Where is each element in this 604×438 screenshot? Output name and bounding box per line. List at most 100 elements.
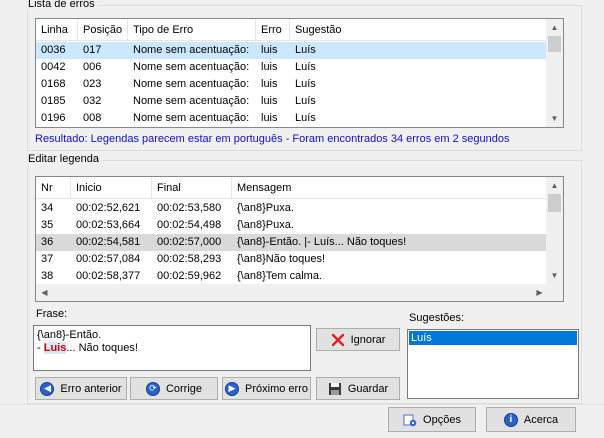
- cell-posicao: 017: [83, 44, 102, 56]
- cell-mensagem: {\an8}Tem calma.: [237, 270, 322, 282]
- next-error-button[interactable]: ▶ Próximo erro: [222, 377, 311, 400]
- cell-sugestao: Luís: [295, 61, 316, 73]
- options-button[interactable]: Opções: [388, 407, 476, 432]
- error-row[interactable]: 0168 023 Nome sem acentuação: luis Luís: [36, 76, 548, 93]
- col-final[interactable]: Final: [152, 177, 232, 199]
- col-tipo-erro[interactable]: Tipo de Erro: [128, 19, 256, 41]
- subtitles-list-vscroll[interactable]: ▲ ▼: [546, 177, 563, 284]
- errors-list-vscroll[interactable]: ▲ ▼: [546, 19, 563, 127]
- subtitle-row[interactable]: 38 00:02:58,377 00:02:59,962 {\an8}Tem c…: [36, 268, 548, 285]
- scroll-thumb[interactable]: [548, 36, 561, 52]
- about-label: Acerca: [523, 413, 559, 426]
- subtitles-list-hscroll[interactable]: ◀ ▶: [36, 284, 548, 301]
- cell-posicao: 032: [83, 95, 102, 107]
- cell-nr: 34: [41, 202, 54, 214]
- cell-mensagem: {\an8}Não toques!: [237, 253, 326, 265]
- subtitles-list-header: Nr Inicio Final Mensagem: [36, 177, 548, 199]
- result-status: Resultado: Legendas parecem estar em por…: [35, 133, 510, 145]
- scroll-left-icon[interactable]: ◀: [36, 284, 53, 301]
- error-row[interactable]: 0042 006 Nome sem acentuação: luis Luís: [36, 59, 548, 76]
- fix-label: Corrige: [165, 382, 203, 395]
- col-sugestao[interactable]: Sugestão: [290, 19, 548, 41]
- suggestions-label: Sugestões:: [409, 312, 465, 324]
- save-label: Guardar: [347, 382, 389, 395]
- fix-button[interactable]: ⟳ Corrige: [130, 377, 218, 400]
- prev-error-button[interactable]: ◀ Erro anterior: [35, 377, 127, 400]
- cell-tipo: Nome sem acentuação:: [133, 78, 250, 90]
- subtitle-row[interactable]: 36 00:02:54,581 00:02:57,000 {\an8}-Entã…: [36, 234, 548, 251]
- cell-linha: 0168: [41, 78, 66, 90]
- subtitles-list[interactable]: Nr Inicio Final Mensagem 34 00:02:52,621…: [35, 176, 564, 302]
- bottom-divider: [0, 404, 604, 405]
- error-row[interactable]: 0196 008 Nome sem acentuação: luis Luís: [36, 110, 548, 127]
- cell-mensagem: {\an8}-Então. |- Luís... Não toques!: [237, 236, 407, 248]
- subtitle-row[interactable]: 35 00:02:53,664 00:02:54,498 {\an8}Puxa.: [36, 217, 548, 234]
- errors-list-header: Linha Posição Tipo de Erro Erro Sugestão: [36, 19, 548, 41]
- cell-inicio: 00:02:58,377: [76, 270, 141, 282]
- refresh-icon: ⟳: [145, 381, 160, 396]
- ignore-label: Ignorar: [350, 333, 386, 346]
- phrase-textbox[interactable]: {\an8}-Então. - Luis... Não toques!: [33, 325, 311, 371]
- cell-nr: 36: [41, 236, 54, 248]
- cell-final: 00:02:59,962: [157, 270, 222, 282]
- col-erro[interactable]: Erro: [256, 19, 290, 41]
- cell-erro: luis: [261, 44, 278, 56]
- info-icon: i: [503, 412, 518, 427]
- col-mensagem[interactable]: Mensagem: [232, 177, 548, 199]
- suggestion-item[interactable]: Luís: [409, 331, 577, 345]
- cell-nr: 38: [41, 270, 54, 282]
- red-x-icon: [331, 333, 345, 347]
- arrow-left-icon: ◀: [40, 381, 55, 396]
- phrase-label: Frase:: [36, 308, 68, 320]
- subtitle-row[interactable]: 34 00:02:52,621 00:02:53,580 {\an8}Puxa.: [36, 200, 548, 217]
- cell-tipo: Nome sem acentuação:: [133, 112, 250, 124]
- cell-sugestao: Luís: [295, 112, 316, 124]
- phrase-line2-suffix: ... Não toques!: [66, 342, 138, 354]
- cell-mensagem: {\an8}Puxa.: [237, 219, 294, 231]
- misspelled-word[interactable]: Luis: [43, 342, 67, 354]
- cell-posicao: 006: [83, 61, 102, 73]
- options-icon: [403, 413, 417, 427]
- cell-linha: 0185: [41, 95, 66, 107]
- save-button[interactable]: Guardar: [316, 377, 400, 400]
- cell-erro: luis: [261, 112, 278, 124]
- cell-sugestao: Luís: [295, 44, 316, 56]
- floppy-disk-icon: [328, 382, 342, 396]
- phrase-line-1: {\an8}-Então.: [37, 329, 102, 341]
- cell-tipo: Nome sem acentuação:: [133, 95, 250, 107]
- cell-posicao: 008: [83, 112, 102, 124]
- about-button[interactable]: i Acerca: [486, 407, 576, 432]
- ignore-button[interactable]: Ignorar: [316, 328, 400, 351]
- cell-inicio: 00:02:54,581: [76, 236, 141, 248]
- next-error-label: Próximo erro: [245, 382, 308, 395]
- cell-tipo: Nome sem acentuação:: [133, 61, 250, 73]
- scroll-corner: [546, 284, 563, 301]
- cell-sugestao: Luís: [295, 78, 316, 90]
- subtitle-row[interactable]: 37 00:02:57,084 00:02:58,293 {\an8}Não t…: [36, 251, 548, 268]
- phrase-line-2: - Luis... Não toques!: [37, 342, 307, 355]
- cell-final: 00:02:57,000: [157, 236, 222, 248]
- errors-list[interactable]: Linha Posição Tipo de Erro Erro Sugestão…: [35, 18, 564, 128]
- error-row[interactable]: 0185 032 Nome sem acentuação: luis Luís: [36, 93, 548, 110]
- edit-group-title: Editar legenda: [25, 153, 102, 165]
- scroll-down-icon[interactable]: ▼: [546, 110, 563, 127]
- scroll-up-icon[interactable]: ▲: [546, 177, 563, 194]
- suggestions-listbox[interactable]: Luís: [407, 329, 579, 399]
- cell-linha: 0036: [41, 44, 66, 56]
- scroll-up-icon[interactable]: ▲: [546, 19, 563, 36]
- options-label: Opções: [423, 413, 461, 426]
- cell-linha: 0042: [41, 61, 66, 73]
- scroll-down-icon[interactable]: ▼: [546, 267, 563, 284]
- col-linha[interactable]: Linha: [36, 19, 78, 41]
- cell-erro: luis: [261, 78, 278, 90]
- col-nr[interactable]: Nr: [36, 177, 71, 199]
- error-row[interactable]: 0036 017 Nome sem acentuação: luis Luís: [36, 42, 548, 59]
- cell-inicio: 00:02:57,084: [76, 253, 141, 265]
- cell-nr: 37: [41, 253, 54, 265]
- cell-inicio: 00:02:53,664: [76, 219, 141, 231]
- scroll-thumb[interactable]: [548, 194, 561, 212]
- col-inicio[interactable]: Inicio: [71, 177, 152, 199]
- col-posicao[interactable]: Posição: [78, 19, 128, 41]
- cell-inicio: 00:02:52,621: [76, 202, 141, 214]
- cell-final: 00:02:53,580: [157, 202, 222, 214]
